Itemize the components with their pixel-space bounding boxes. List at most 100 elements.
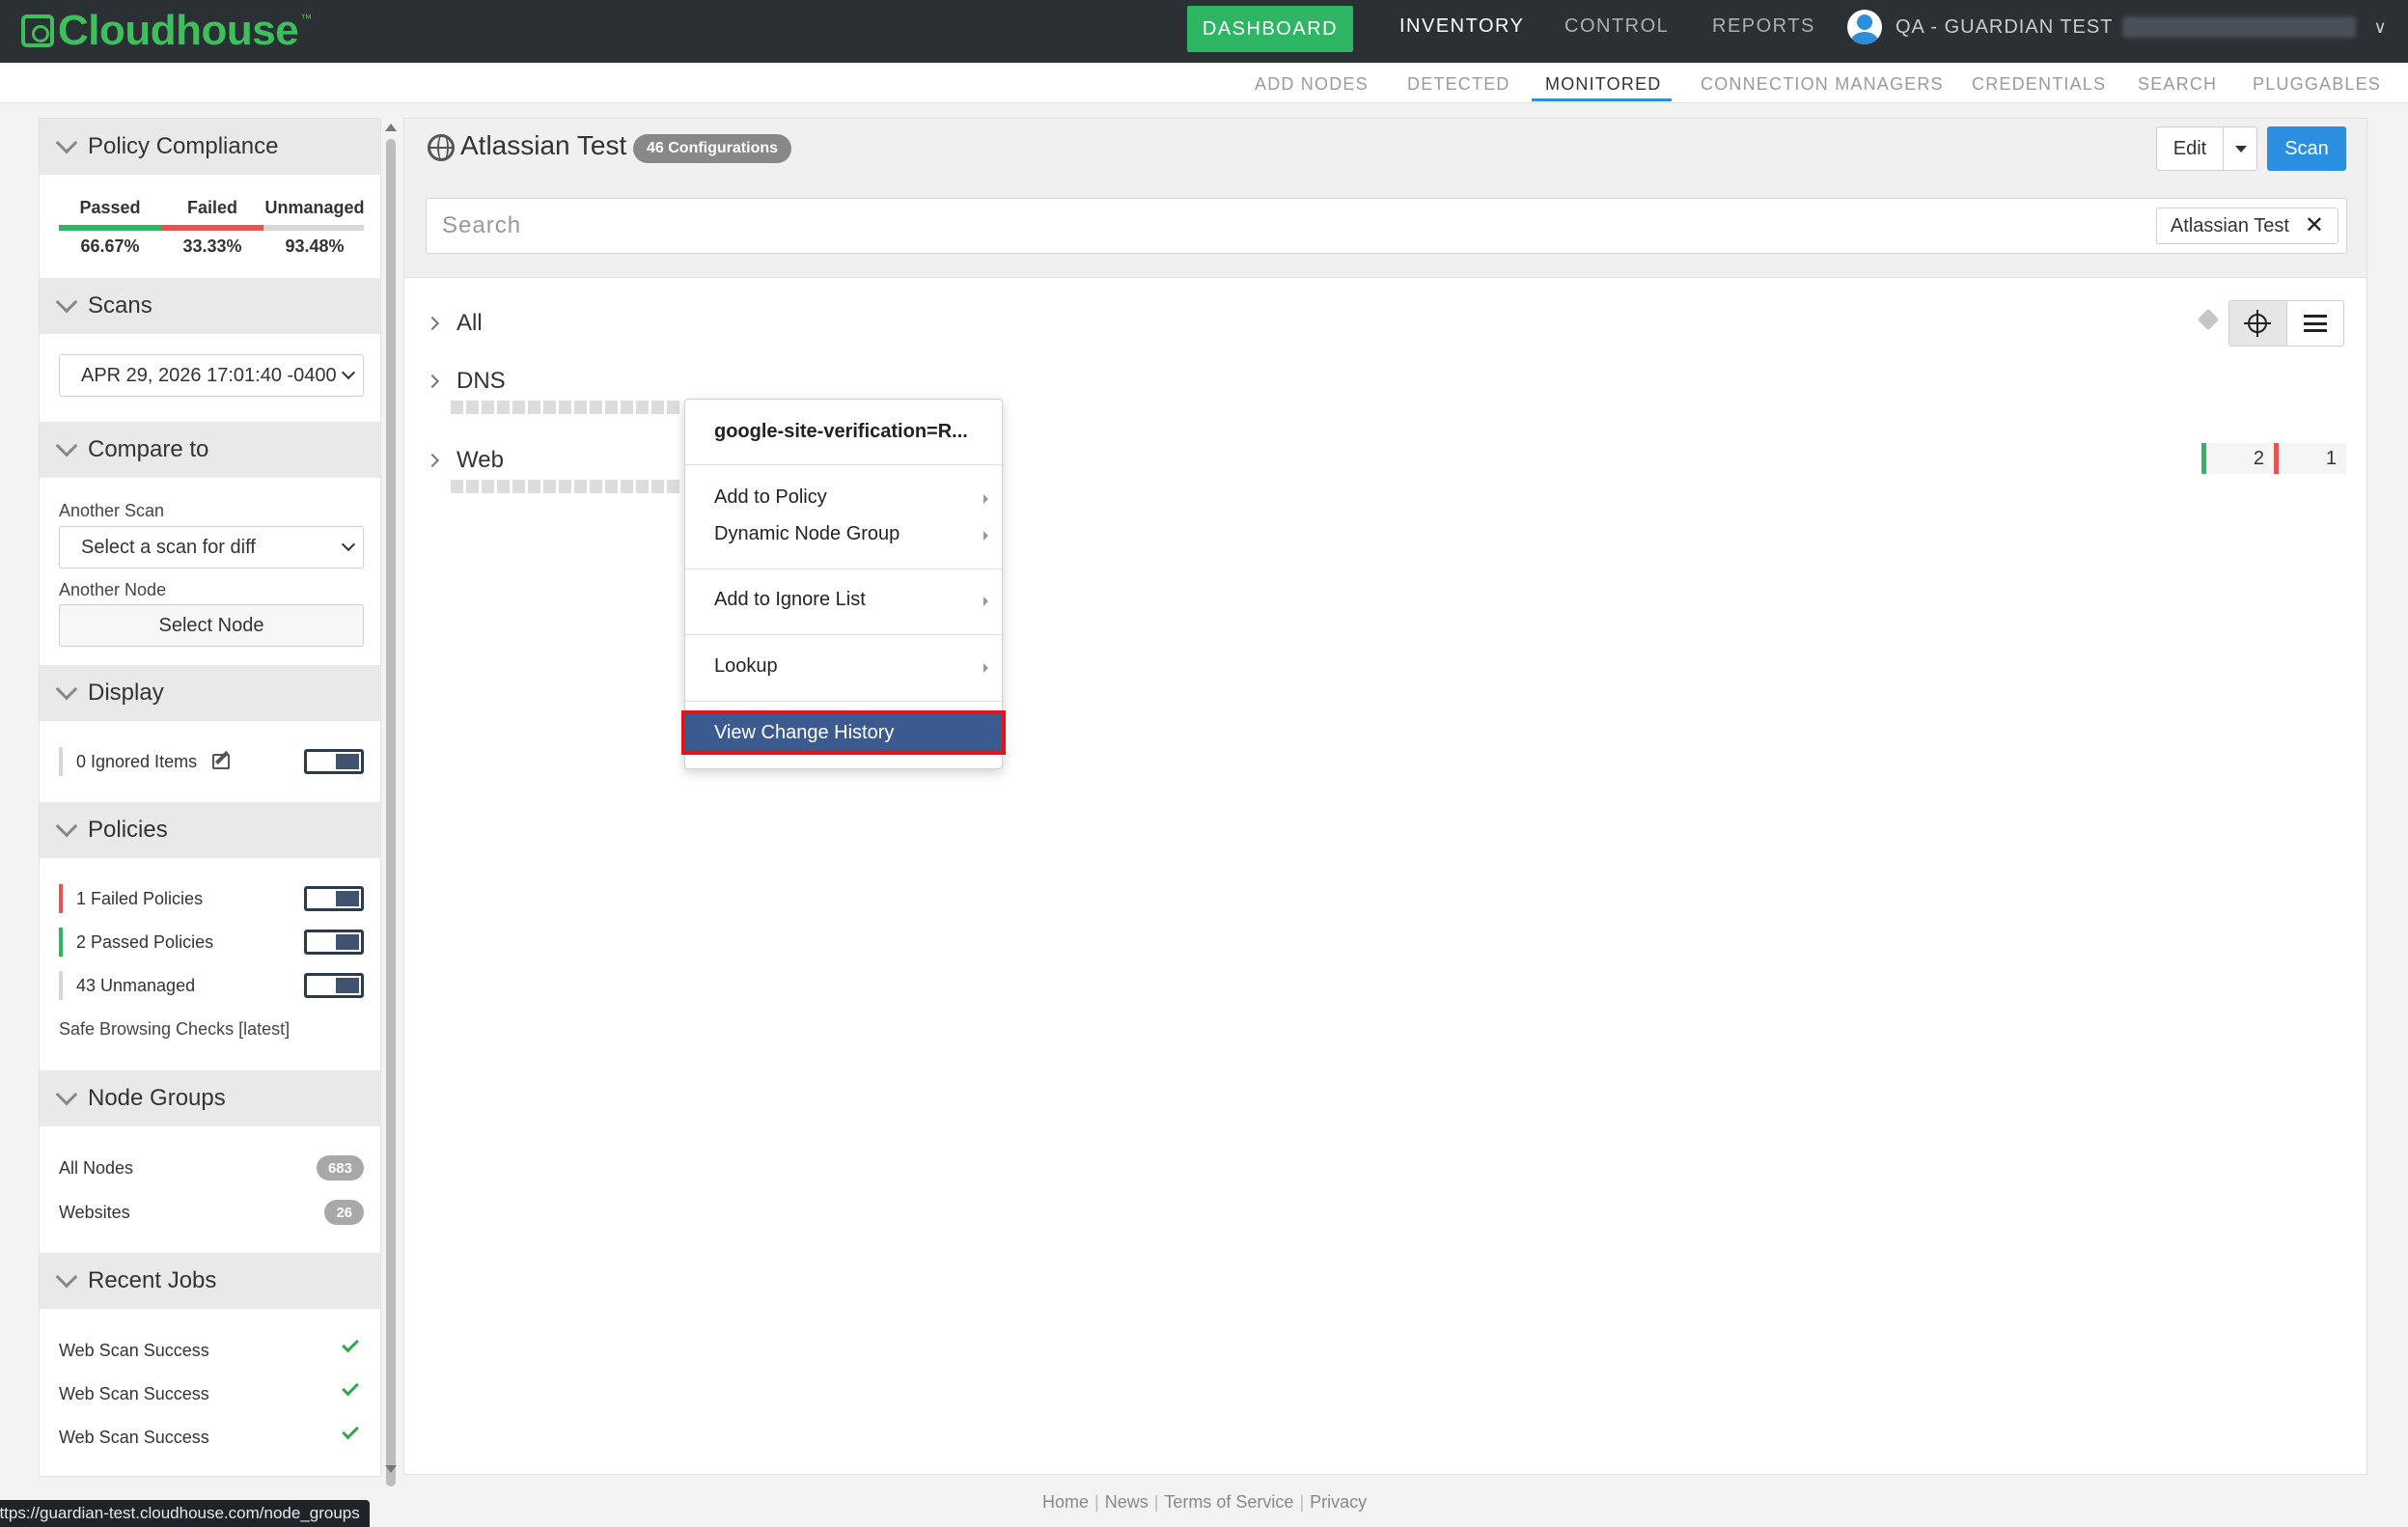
subnav-monitored[interactable]: MONITORED [1545,74,1661,95]
section-policies[interactable]: Policies [40,802,380,858]
list-view-button[interactable] [2287,301,2344,346]
menu-item-view-change-history[interactable]: View Change History [681,710,1006,755]
row-marker [59,928,63,957]
node-group-count-badge: 683 [316,1155,364,1180]
section-recent-jobs[interactable]: Recent Jobs [40,1253,380,1309]
section-title: Scans [88,292,152,319]
section-title: Policy Compliance [88,133,279,159]
subnav-add-nodes[interactable]: ADD NODES [1255,74,1369,95]
failed-marker [2274,443,2279,474]
footer-news-link[interactable]: News [1105,1492,1149,1513]
subnav-credentials[interactable]: CREDENTIALS [1972,74,2106,95]
user-menu[interactable]: QA - GUARDIAN TEST ∨ [1847,8,2388,46]
subnav-search[interactable]: SEARCH [2138,74,2217,95]
another-node-label: Another Node [59,580,167,599]
web-passed-count[interactable]: 2 [2201,443,2274,474]
user-avatar-icon [1847,10,1882,44]
web-failed-count[interactable]: 1 [2274,443,2346,474]
section-title: Compare to [88,436,209,462]
submenu-arrow-icon [983,531,988,541]
unmanaged-policies-row: 43 Unmanaged [59,971,364,1000]
recent-job-item[interactable]: Web Scan Success [59,1378,364,1408]
scan-button[interactable]: Scan [2267,126,2346,171]
scroll-down-icon[interactable] [385,1465,397,1473]
nav-control[interactable]: CONTROL [1564,15,1669,38]
tree-node-web[interactable]: Web [425,447,504,474]
menu-item-add-to-policy[interactable]: Add to Policy [685,481,1002,514]
chevron-down-icon [55,678,78,701]
select-node-button[interactable]: Select Node [59,604,364,647]
search-tag-label: Atlassian Test [2170,214,2289,236]
node-group-item[interactable]: All Nodes 683 [59,1153,364,1182]
scroll-up-icon[interactable] [385,124,397,131]
safe-browsing-link[interactable]: Safe Browsing Checks [latest] [59,1019,290,1040]
submenu-arrow-icon [983,597,988,606]
section-compare-to[interactable]: Compare to [40,422,380,478]
brand-tm: ™ [300,12,312,25]
unmanaged-policies-toggle[interactable] [304,973,364,998]
section-scans[interactable]: Scans [40,278,380,334]
nav-inventory[interactable]: INVENTORY [1399,15,1524,38]
subnav-pluggables[interactable]: PLUGGABLES [2253,74,2381,95]
tree-node-dns[interactable]: DNS [425,368,506,395]
section-display[interactable]: Display [40,665,380,721]
footer: Home | News | Terms of Service | Privacy [1042,1492,1367,1513]
tree-node-all[interactable]: All [425,310,483,337]
dns-config-bar [451,401,679,414]
sidebar-scrollbar[interactable] [383,118,399,1486]
close-icon[interactable]: ✕ [2305,214,2324,237]
search-input[interactable] [427,199,2164,253]
passed-label: Passed [79,198,141,217]
edit-icon[interactable] [212,754,231,769]
browser-status-bar: https://guardian-test.cloudhouse.com/nod… [0,1500,370,1527]
edit-dropdown-caret-icon[interactable] [2223,126,2257,171]
tree-node-label: Web [457,447,504,473]
recent-job-label: Web Scan Success [59,1383,209,1403]
diff-scan-select[interactable]: Select a scan for diff [59,526,364,569]
tag-icon[interactable] [2197,308,2220,331]
passed-policies-row: 2 Passed Policies [59,928,364,957]
recent-job-label: Web Scan Success [59,1340,209,1360]
passed-policies-toggle[interactable] [304,930,364,955]
nav-dashboard-button[interactable]: DASHBOARD [1187,6,1353,52]
row-marker [59,971,63,1000]
menu-item-lookup[interactable]: Lookup [685,650,1002,682]
menu-item-add-to-ignore-list[interactable]: Add to Ignore List [685,583,1002,616]
chevron-down-icon[interactable]: ∨ [2373,17,2387,38]
failed-policies-toggle[interactable] [304,886,364,911]
footer-separator: | [1094,1492,1099,1512]
node-group-label: All Nodes [59,1157,134,1178]
section-policy-compliance[interactable]: Policy Compliance [40,119,380,175]
chevron-down-icon [55,1083,78,1106]
unmanaged-value: 93.48% [285,236,345,256]
passed-marker [2201,443,2206,474]
menu-divider [685,634,1002,635]
edit-button[interactable]: Edit [2156,126,2224,171]
recent-job-item[interactable]: Web Scan Success [59,1335,364,1365]
list-icon [2303,315,2327,332]
subnav-detected[interactable]: DETECTED [1407,74,1510,95]
another-scan-label: Another Scan [59,501,165,520]
nav-reports[interactable]: REPORTS [1712,15,1815,38]
passed-bar [59,225,161,231]
cloudhouse-logo[interactable]: Cloudhouse ™ [21,6,312,56]
chevron-right-icon [425,453,440,468]
menu-item-label: View Change History [714,721,895,743]
footer-terms-link[interactable]: Terms of Service [1164,1492,1293,1513]
brand-name: Cloudhouse [58,7,299,54]
footer-privacy-link[interactable]: Privacy [1310,1492,1367,1513]
section-node-groups[interactable]: Node Groups [40,1070,380,1126]
tree-view-button[interactable] [2229,301,2287,346]
ignored-items-row: 0 Ignored Items [59,747,364,776]
menu-item-dynamic-node-group[interactable]: Dynamic Node Group [685,517,1002,550]
search-box: Atlassian Test ✕ [426,198,2347,254]
failed-bar [161,225,263,231]
scrollbar-thumb[interactable] [386,139,396,1486]
view-toggle [2228,300,2344,347]
recent-job-item[interactable]: Web Scan Success [59,1422,364,1452]
node-group-item[interactable]: Websites 26 [59,1198,364,1227]
ignored-items-toggle[interactable] [304,749,364,774]
scan-select[interactable]: APR 29, 2026 17:01:40 -0400 [59,354,364,397]
subnav-connection-managers[interactable]: CONNECTION MANAGERS [1701,74,1944,95]
footer-home-link[interactable]: Home [1042,1492,1089,1513]
